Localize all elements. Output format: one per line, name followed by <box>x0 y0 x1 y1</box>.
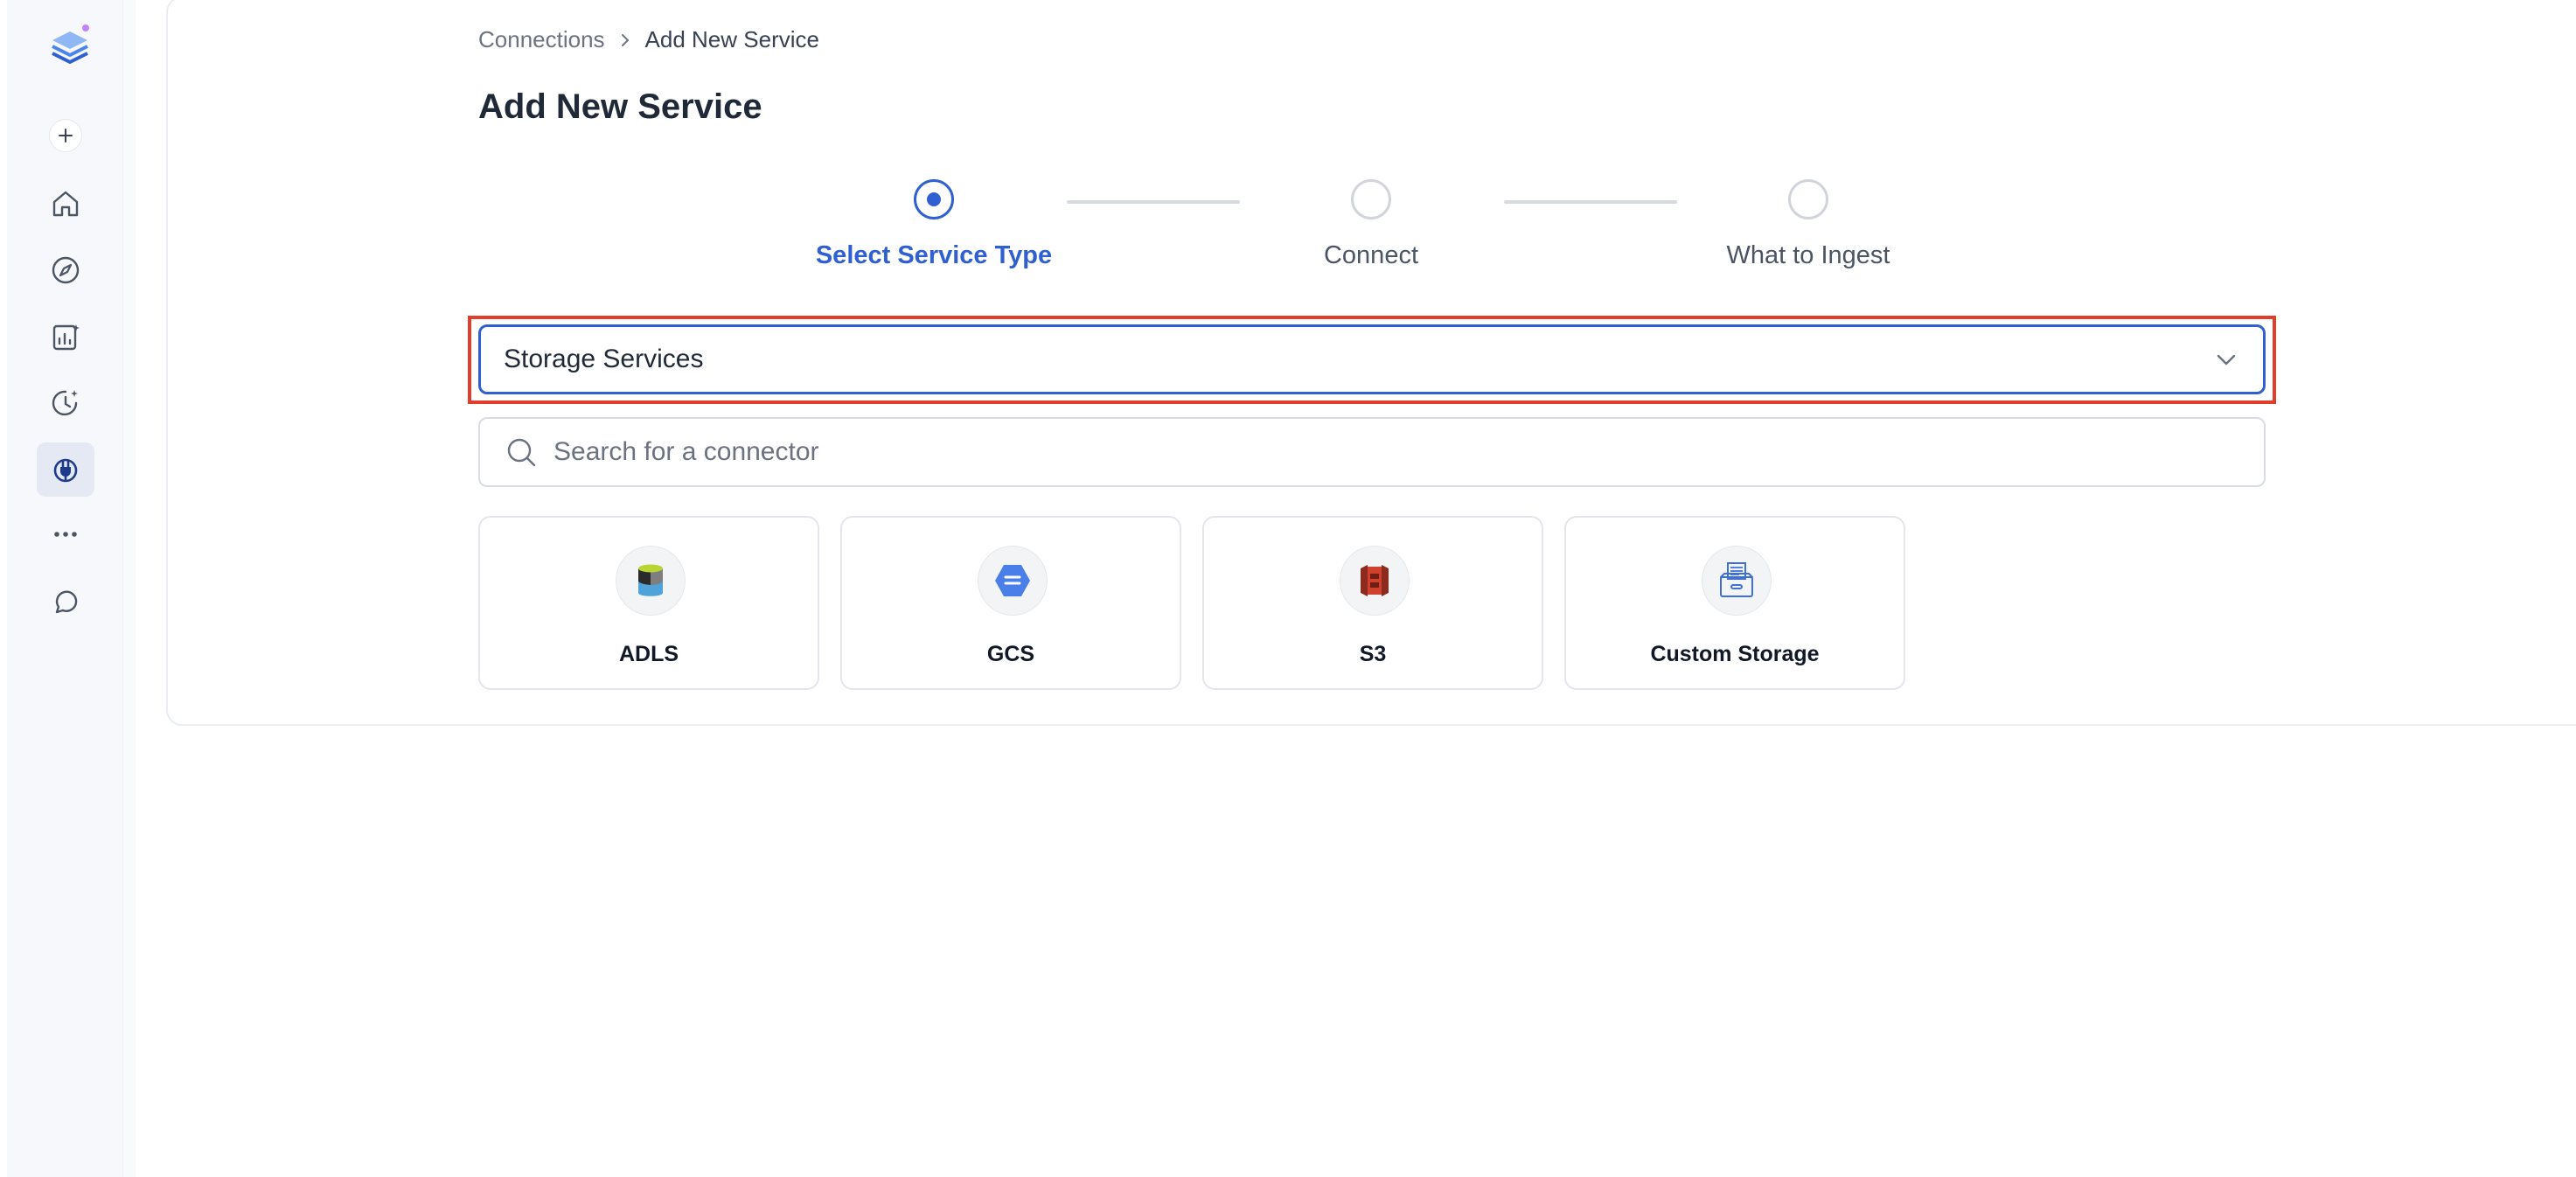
s3-icon <box>1340 546 1410 616</box>
insights-icon <box>52 324 80 351</box>
chevron-down-icon <box>2217 354 2236 366</box>
service-type-value: Storage Services <box>504 345 704 373</box>
breadcrumb-link-connections[interactable]: Connections <box>478 26 605 53</box>
search-input[interactable] <box>552 436 2239 468</box>
chevron-right-icon <box>621 33 629 46</box>
connector-label: GCS <box>986 642 1035 666</box>
page-title: Add New Service <box>478 87 762 126</box>
connector-label: Custom Storage <box>1650 642 1820 666</box>
app-logo-icon[interactable] <box>45 19 94 72</box>
sidebar <box>7 0 123 1177</box>
step-3-label: What to Ingest <box>1726 241 1890 269</box>
connector-label: ADLS <box>618 642 679 666</box>
step-2-indicator <box>1351 179 1391 219</box>
step-3-indicator <box>1788 179 1828 219</box>
search-box <box>478 417 2266 487</box>
sidebar-item-settings[interactable] <box>37 442 94 497</box>
gcs-icon <box>978 546 1048 616</box>
connector-card-gcs[interactable]: GCS <box>840 516 1181 690</box>
connector-card-adls[interactable]: ADLS <box>478 516 819 690</box>
chat-icon <box>55 590 78 614</box>
breadcrumb: Connections Add New Service <box>478 26 819 53</box>
step-connector-1 <box>1067 200 1240 204</box>
breadcrumb-current: Add New Service <box>644 26 819 52</box>
custom-storage-icon <box>1702 546 1772 616</box>
settings-plug-icon <box>53 458 78 483</box>
plus-icon <box>49 119 82 152</box>
step-1-label: Select Service Type <box>815 241 1053 269</box>
home-icon <box>52 191 79 217</box>
sidebar-item-more[interactable] <box>37 507 94 561</box>
sidebar-divider <box>123 0 136 1177</box>
connector-label: S3 <box>1359 642 1387 666</box>
sidebar-item-home[interactable] <box>37 177 94 231</box>
step-1-indicator <box>914 179 954 219</box>
search-icon <box>507 438 536 467</box>
compass-icon <box>52 256 80 284</box>
connector-card-custom-storage[interactable]: Custom Storage <box>1564 516 1905 690</box>
sidebar-item-observability[interactable] <box>37 376 94 430</box>
more-icon <box>54 532 77 537</box>
observability-icon <box>52 390 78 416</box>
sidebar-item-explore[interactable] <box>37 243 94 297</box>
adls-icon <box>616 546 686 616</box>
service-type-select[interactable]: Storage Services <box>478 324 2266 394</box>
connector-card-s3[interactable]: S3 <box>1202 516 1543 690</box>
step-2-label: Connect <box>1323 241 1418 269</box>
sidebar-item-chat[interactable] <box>37 575 94 630</box>
sidebar-item-insights[interactable] <box>37 310 94 364</box>
step-connector-2 <box>1504 200 1677 204</box>
add-button[interactable] <box>37 108 94 163</box>
